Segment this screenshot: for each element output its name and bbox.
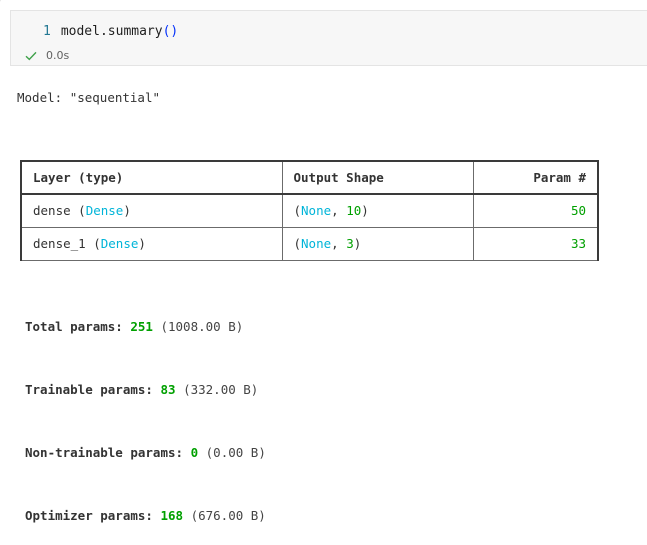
param-label: Optimizer params: xyxy=(25,508,153,523)
model-name: "sequential" xyxy=(69,90,160,105)
layer-cell: dense (Dense) xyxy=(20,193,283,228)
layer-cell: dense_1 (Dense) xyxy=(20,226,283,261)
code-dot: . xyxy=(99,24,108,39)
param-value: 168 xyxy=(160,508,184,523)
code-cell[interactable]: 1 model.summary() 0.0s xyxy=(10,10,647,66)
cell-corner-marker xyxy=(0,0,7,13)
layer-name: dense xyxy=(33,203,71,219)
param-value: 251 xyxy=(130,319,153,334)
header-param-count: Param # xyxy=(472,160,599,195)
layer-name: dense_1 xyxy=(33,236,86,251)
layer-type: Dense xyxy=(85,203,124,219)
param-value: 83 xyxy=(160,382,176,397)
model-name-line: Model: "sequential" xyxy=(17,90,160,106)
trainable-params-line: Trainable params: 83 (332.00 B) xyxy=(25,382,258,398)
table-row: dense (Dense) (None, 10) 50 xyxy=(20,193,599,228)
code-parens: () xyxy=(162,24,179,39)
param-count-cell: 50 xyxy=(472,193,599,228)
param-label: Total params: xyxy=(25,319,123,334)
shape-batch: None xyxy=(301,236,332,251)
header-layer-type: Layer (type) xyxy=(20,160,283,195)
model-summary-table: Layer (type) Output Shape Param # dense … xyxy=(20,160,599,261)
code-function: summary xyxy=(107,24,163,39)
shape-units: 10 xyxy=(346,203,362,219)
table-row: dense_1 (Dense) (None, 3) 33 xyxy=(20,226,599,261)
param-label: Non-trainable params: xyxy=(25,445,184,460)
param-value: 0 xyxy=(190,445,199,460)
execution-time: 0.0s xyxy=(46,49,70,62)
param-size: (676.00 B) xyxy=(190,508,266,523)
shape-units: 3 xyxy=(346,236,354,251)
code-object: model xyxy=(60,24,100,39)
table-header-row: Layer (type) Output Shape Param # xyxy=(20,160,599,195)
layer-type: Dense xyxy=(100,236,139,251)
check-icon xyxy=(25,51,37,61)
non-trainable-params-line: Non-trainable params: 0 (0.00 B) xyxy=(25,445,266,461)
header-output-shape: Output Shape xyxy=(281,160,474,195)
total-params-line: Total params: 251 (1008.00 B) xyxy=(25,319,243,335)
param-size: (1008.00 B) xyxy=(160,319,244,334)
output-shape-cell: (None, 10) xyxy=(281,193,474,228)
model-prefix: Model: xyxy=(17,90,70,105)
code-line[interactable]: 1 model.summary() xyxy=(43,23,178,40)
shape-batch: None xyxy=(301,203,332,219)
execution-status: 0.0s xyxy=(25,49,69,63)
param-count-cell: 33 xyxy=(472,226,599,261)
line-number: 1 xyxy=(43,24,51,39)
param-label: Trainable params: xyxy=(25,382,153,397)
param-size: (332.00 B) xyxy=(183,382,259,397)
param-size: (0.00 B) xyxy=(205,445,266,460)
optimizer-params-line: Optimizer params: 168 (676.00 B) xyxy=(25,508,266,524)
output-shape-cell: (None, 3) xyxy=(281,226,474,261)
